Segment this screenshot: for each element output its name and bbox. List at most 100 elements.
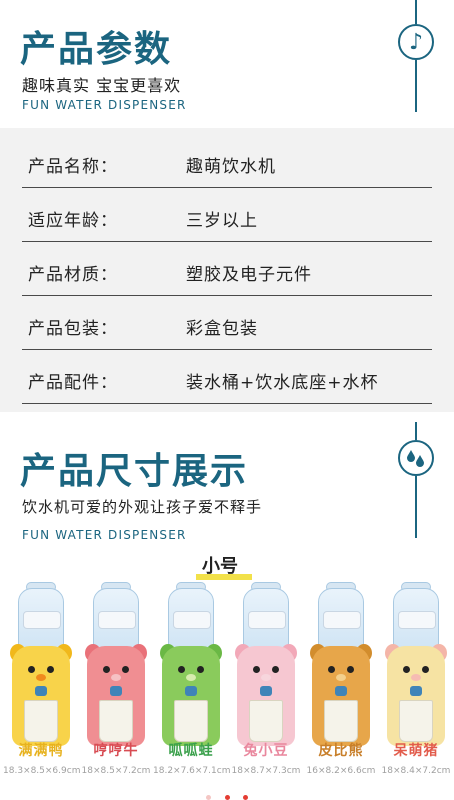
product-frog: [158, 582, 224, 748]
water-bottle: [243, 588, 289, 652]
bottle-label: [248, 611, 286, 629]
spec-key: 产品配件：: [28, 373, 118, 393]
product-dimensions: 18×8.7×7.3cm: [231, 766, 301, 776]
product-size-section: 产品尺寸展示 饮水机可爱的外观让孩子爱不释手 FUN WATER DISPENS…: [0, 412, 454, 800]
product-dimensions: 18×8.5×7.2cm: [81, 766, 151, 776]
water-cup: [99, 700, 133, 742]
muzzle: [336, 674, 346, 681]
water-cup: [399, 700, 433, 742]
product-name: 呱呱蛙: [168, 743, 214, 759]
spec-row: 产品包装： 彩盒包装: [22, 296, 432, 350]
animal-face: [321, 660, 361, 688]
music-note-icon: ♪: [398, 24, 434, 60]
animal-face: [21, 660, 61, 688]
eye: [122, 666, 129, 673]
product-name: 哼哼牛: [93, 743, 139, 759]
water-bottle: [168, 588, 214, 652]
animal-face: [396, 660, 436, 688]
animal-face: [171, 660, 211, 688]
animal-face: [246, 660, 286, 688]
music-badge: ♪: [398, 0, 434, 112]
bottle-label: [398, 611, 436, 629]
spec-value: 趣萌饮水机: [186, 157, 276, 177]
product-duck: [8, 582, 74, 748]
spec-value: 彩盒包装: [186, 319, 258, 339]
spec-key: 产品材质：: [28, 265, 118, 285]
eye: [422, 666, 429, 673]
bottle-label: [173, 611, 211, 629]
water-cup: [24, 700, 58, 742]
eye: [328, 666, 335, 673]
water-drops-svg: [407, 450, 424, 467]
section-subtitle: 饮水机可爱的外观让孩子爱不释手: [22, 498, 263, 516]
snout: [111, 674, 121, 681]
size-tag: 小号: [202, 556, 238, 577]
water-tap[interactable]: [185, 686, 197, 696]
water-tap[interactable]: [410, 686, 422, 696]
bottle-label: [98, 611, 136, 629]
spec-key: 产品包装：: [28, 319, 118, 339]
product-dimensions: 18.2×7.6×7.1cm: [153, 766, 231, 776]
spec-value: 塑胶及电子元件: [186, 265, 312, 285]
spec-row: 产品配件： 装水桶+饮水底座+水杯: [22, 350, 432, 404]
pager-dot[interactable]: [224, 795, 230, 800]
section-subtitle: 趣味真实 宝宝更喜欢: [22, 76, 182, 95]
section-english-title: FUN WATER DISPENSER: [22, 98, 187, 112]
animal-face: [96, 660, 136, 688]
water-tap[interactable]: [335, 686, 347, 696]
eye: [197, 666, 204, 673]
bottle-label: [23, 611, 61, 629]
pager-dot[interactable]: [242, 795, 248, 800]
product-name: 皮比熊: [318, 743, 364, 759]
nose: [261, 674, 271, 681]
section-title: 产品尺寸展示: [20, 451, 249, 492]
eye: [347, 666, 354, 673]
spec-row: 适应年龄： 三岁以上: [22, 188, 432, 242]
section-title: 产品参数: [20, 29, 173, 70]
product-dimensions: 18×8.4×7.2cm: [381, 766, 451, 776]
beak: [36, 674, 46, 681]
badge-line-top: [415, 422, 417, 440]
water-tap[interactable]: [35, 686, 47, 696]
spec-table: 产品名称： 趣萌饮水机 适应年龄： 三岁以上 产品材质： 塑胶及电子元件 产品包…: [0, 128, 454, 412]
product-dimensions: 16×8.2×6.6cm: [306, 766, 376, 776]
eye: [28, 666, 35, 673]
eye: [178, 666, 185, 673]
snout: [411, 674, 421, 681]
spec-key: 适应年龄：: [28, 211, 118, 231]
spec-value: 装水桶+饮水底座+水杯: [186, 373, 379, 393]
spec-key: 产品名称：: [28, 157, 118, 177]
eye: [47, 666, 54, 673]
spec-value: 三岁以上: [186, 211, 258, 231]
water-cup: [174, 700, 208, 742]
eye: [103, 666, 110, 673]
product-params-header: 产品参数 趣味真实 宝宝更喜欢 FUN WATER DISPENSER ♪: [0, 0, 454, 128]
eye: [403, 666, 410, 673]
spec-row: 产品材质： 塑胶及电子元件: [22, 242, 432, 296]
product-name: 满满鸭: [18, 743, 64, 759]
water-badge: [398, 422, 434, 538]
water-drops-icon: [398, 440, 434, 476]
water-bottle: [93, 588, 139, 652]
water-cup: [324, 700, 358, 742]
product-name: 呆萌猪: [393, 743, 439, 759]
eye: [253, 666, 260, 673]
mouth: [186, 674, 196, 681]
bottle-label: [323, 611, 361, 629]
water-bottle: [18, 588, 64, 652]
badge-line-bottom: [415, 60, 417, 112]
eye: [272, 666, 279, 673]
water-tap[interactable]: [110, 686, 122, 696]
product-dimensions: 18.3×8.5×6.9cm: [3, 766, 81, 776]
spec-row: 产品名称： 趣萌饮水机: [22, 134, 432, 188]
badge-line-top: [415, 0, 417, 24]
product-cow: [83, 582, 149, 748]
water-cup: [249, 700, 283, 742]
section-english-title: FUN WATER DISPENSER: [22, 528, 187, 542]
product-rabbit: [233, 582, 299, 748]
water-bottle: [393, 588, 439, 652]
water-tap[interactable]: [260, 686, 272, 696]
pager-dot[interactable]: [206, 795, 212, 800]
pager-dots: [0, 785, 454, 800]
water-bottle: [318, 588, 364, 652]
